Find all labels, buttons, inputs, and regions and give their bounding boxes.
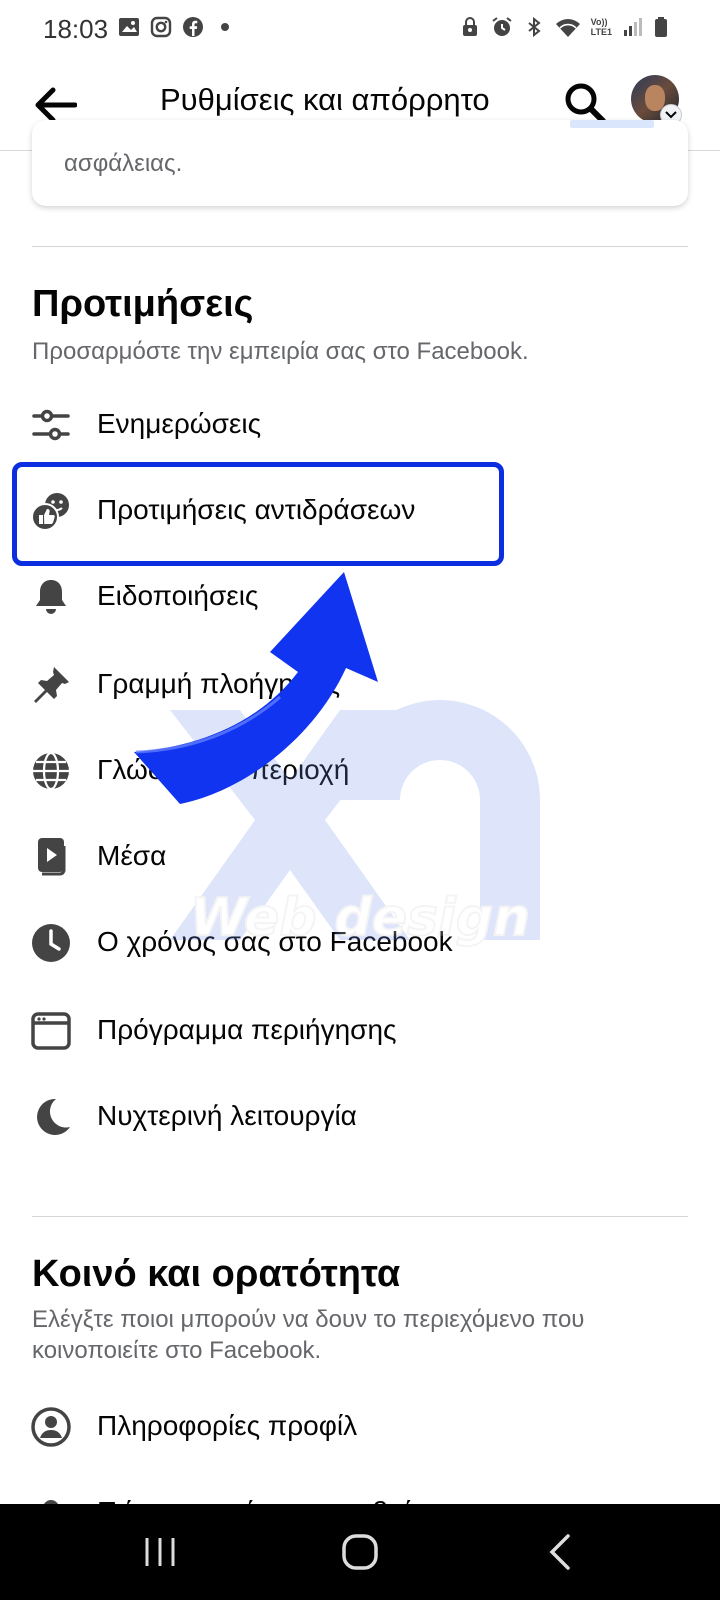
home-icon (342, 1534, 378, 1570)
facebook-icon (183, 17, 203, 37)
menu-item-how-people-find[interactable]: Πώς μπορούν να σας βρίσκουν και να (0, 1476, 720, 1504)
system-nav-bar (0, 1504, 720, 1600)
recents-icon (145, 1538, 175, 1566)
section-title-audience: Κοινό και ορατότητα (32, 1253, 401, 1295)
menu-item-updates[interactable]: Ενημερώσεις (0, 388, 720, 468)
signal-icon (624, 18, 642, 36)
menu-label: Προτιμήσεις αντιδράσεων (97, 494, 416, 525)
menu-label: Μέσα (97, 840, 167, 871)
battery-icon (655, 17, 667, 37)
volte-icon: Vo)) LTE1 (590, 17, 612, 37)
menu-label: Νυχτερινή λειτουργία (97, 1100, 357, 1131)
menu-label: Πληροφορίες προφίλ (97, 1410, 358, 1441)
section-title-preferences: Προτιμήσεις (32, 283, 254, 325)
moon-icon (37, 1098, 70, 1135)
dot-icon (221, 23, 229, 31)
wifi-icon (555, 19, 580, 37)
nav-back-button[interactable] (540, 1530, 584, 1574)
menu-item-browser[interactable]: Πρόγραμμα περιήγησης (0, 994, 720, 1074)
media-icon (38, 838, 66, 876)
browser-icon (31, 1012, 71, 1050)
menu-label: Ειδοποιήσεις (97, 580, 259, 611)
arrow-left-icon (35, 87, 77, 123)
security-card[interactable]: ασφάλειας. (32, 120, 688, 206)
divider (32, 1216, 688, 1217)
card-text: ασφάλειας. (64, 150, 183, 177)
section-subtitle-audience: Ελέγξτε ποιοι μπορούν να δουν το περιεχό… (32, 1306, 585, 1364)
menu-item-dark-mode[interactable]: Νυχτερινή λειτουργία (0, 1080, 720, 1160)
section-subtitle-preferences: Προσαρμόστε την εμπειρία σας στο Faceboo… (32, 338, 529, 365)
menu-label: Ο χρόνος σας στο Facebook (97, 926, 453, 957)
pin-icon (34, 667, 69, 703)
sliders-icon (32, 409, 70, 441)
bell-icon (36, 580, 66, 614)
home-button[interactable] (338, 1530, 382, 1574)
status-time: 18:03 (43, 14, 109, 44)
divider (32, 246, 688, 247)
status-bar: 18:03 Vo)) LTE1 (0, 0, 720, 60)
people-icon (44, 1500, 58, 1504)
clock-icon (32, 924, 70, 962)
menu-label: Γλώσσα και περιοχή (97, 754, 350, 785)
menu-item-language-region[interactable]: Γλώσσα και περιοχή (0, 734, 720, 814)
profile-icon (31, 1407, 71, 1447)
menu-label: Πρόγραμμα περιήγησης (97, 1014, 397, 1045)
gallery-icon (119, 18, 139, 36)
recents-button[interactable] (138, 1530, 182, 1574)
bluetooth-icon (528, 16, 541, 38)
menu-item-media[interactable]: Μέσα (0, 820, 720, 900)
menu-item-reaction-preferences[interactable]: Προτιμήσεις αντιδράσεων (0, 474, 720, 554)
lock-icon (462, 17, 477, 36)
menu-item-your-time[interactable]: Ο χρόνος σας στο Facebook (0, 906, 720, 986)
menu-label: Πώς μπορούν να σας βρίσκουν και να (97, 1496, 568, 1504)
back-icon (549, 1534, 570, 1570)
instagram-icon (150, 16, 172, 38)
reactions-icon (31, 493, 69, 531)
menu-label: Γραμμή πλοήγησης (97, 668, 341, 699)
alarm-icon (492, 17, 512, 36)
page-title: Ρυθμίσεις και απόρρητο (160, 82, 490, 117)
menu-item-profile-info[interactable]: Πληροφορίες προφίλ (0, 1390, 720, 1470)
menu-item-navigation-bar[interactable]: Γραμμή πλοήγησης (0, 648, 720, 728)
globe-icon (33, 751, 69, 791)
card-button[interactable] (570, 120, 654, 128)
menu-item-notifications[interactable]: Ειδοποιήσεις (0, 560, 720, 640)
menu-label: Ενημερώσεις (97, 408, 262, 439)
